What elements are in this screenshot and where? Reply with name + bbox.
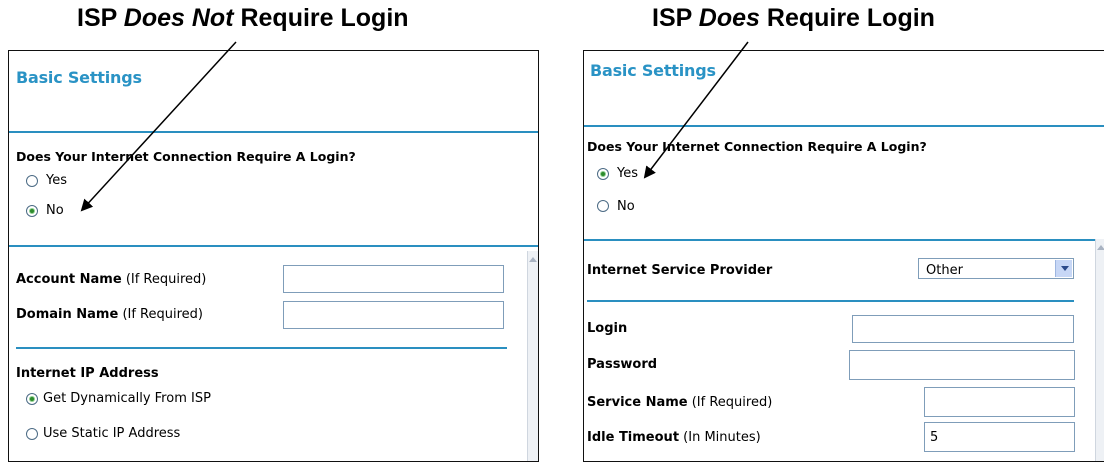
annotation-arrows bbox=[80, 41, 749, 212]
arrow-right bbox=[643, 41, 749, 179]
arrow-left bbox=[80, 41, 237, 212]
